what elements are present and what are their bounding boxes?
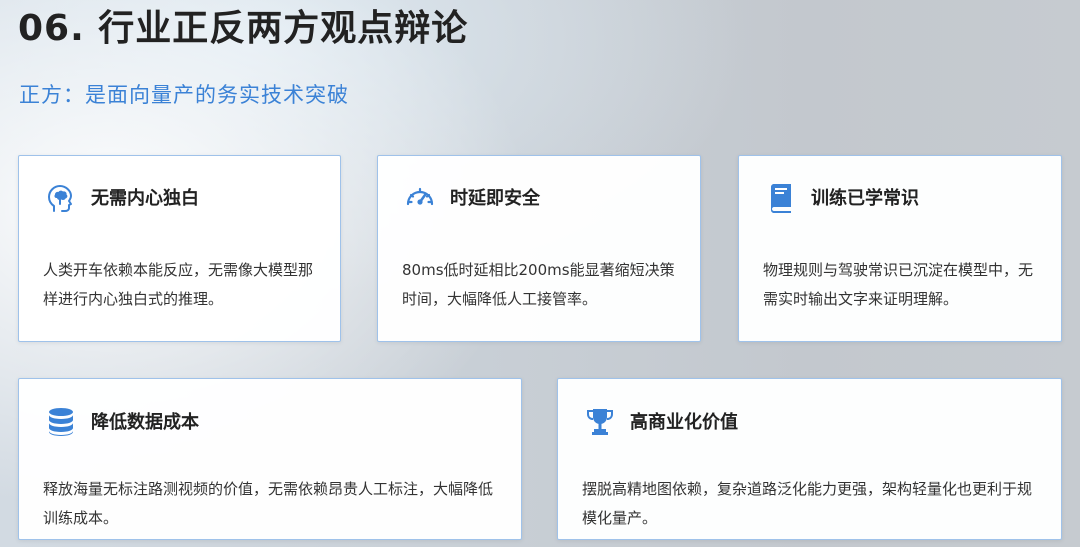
brain-head-icon: [45, 182, 77, 214]
argument-card-data-cost: 降低数据成本 释放海量无标注路测视频的价值，无需依赖昂贵人工标注，大幅降低训练成…: [18, 378, 522, 540]
card-description: 80ms低时延相比200ms能显著缩短决策时间，大幅降低人工接管率。: [402, 261, 675, 308]
argument-card-commercial-value: 高商业化价值 摆脱高精地图依赖，复杂道路泛化能力更强，架构轻量化也更利于规模化量…: [557, 378, 1062, 540]
card-description: 人类开车依赖本能反应，无需像大模型那样进行内心独白式的推理。: [43, 261, 314, 308]
trophy-icon: [584, 406, 616, 438]
card-description: 物理规则与驾驶常识已沉淀在模型中，无需实时输出文字来证明理解。: [763, 261, 1034, 308]
argument-card-latency: 时延即安全 80ms低时延相比200ms能显著缩短决策时间，大幅降低人工接管率。: [377, 155, 701, 342]
card-description: 摆脱高精地图依赖，复杂道路泛化能力更强，架构轻量化也更利于规模化量产。: [582, 480, 1033, 527]
card-title: 时延即安全: [450, 188, 540, 209]
book-icon: [765, 182, 797, 214]
argument-card-common-sense: 训练已学常识 物理规则与驾驶常识已沉淀在模型中，无需实时输出文字来证明理解。: [738, 155, 1062, 342]
card-title: 降低数据成本: [91, 412, 199, 433]
card-title: 高商业化价值: [630, 412, 738, 433]
argument-card-instinct: 无需内心独白 人类开车依赖本能反应，无需像大模型那样进行内心独白式的推理。: [18, 155, 341, 342]
section-subtitle: 正方：是面向量产的务实技术突破: [19, 83, 349, 107]
card-title: 训练已学常识: [811, 188, 919, 209]
card-description: 释放海量无标注路测视频的价值，无需依赖昂贵人工标注，大幅降低训练成本。: [43, 480, 494, 527]
database-icon: [45, 406, 77, 438]
speedometer-icon: [404, 182, 436, 214]
page-title: 06. 行业正反两方观点辩论: [18, 8, 469, 49]
card-title: 无需内心独白: [91, 188, 199, 209]
